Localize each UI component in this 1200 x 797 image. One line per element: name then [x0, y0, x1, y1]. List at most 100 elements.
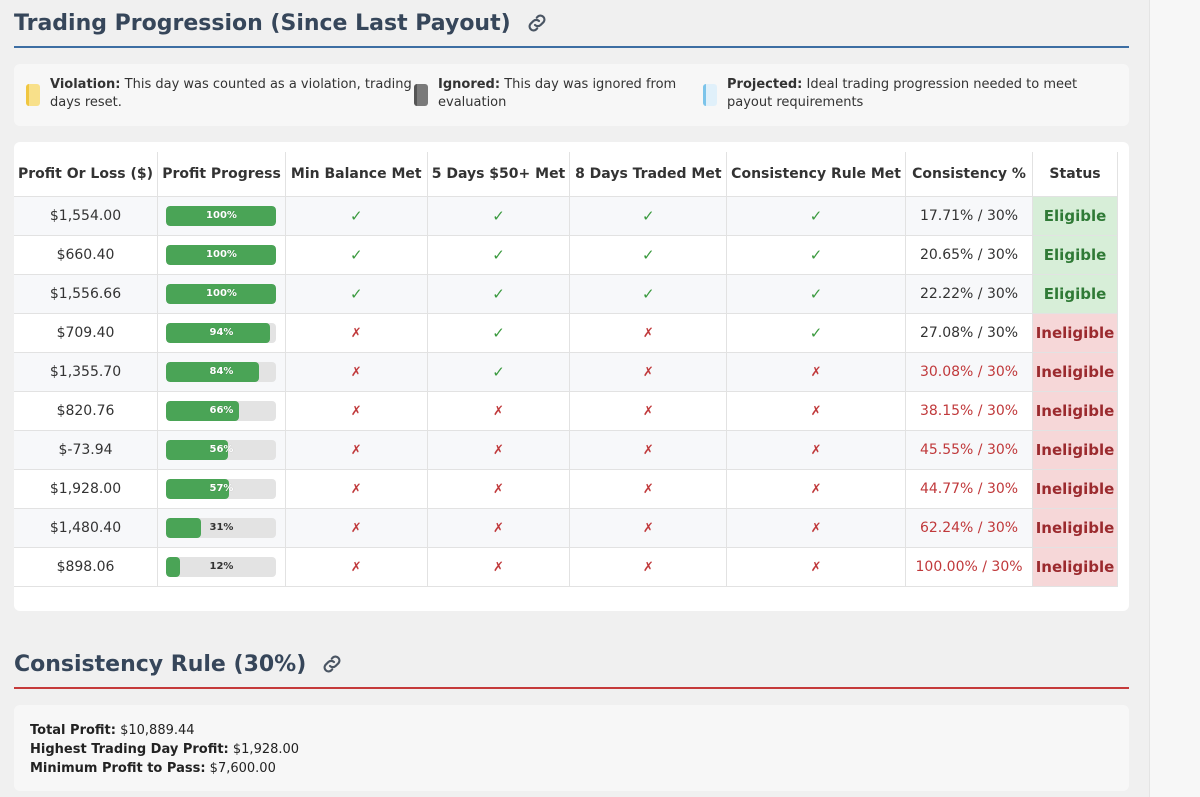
profit-progress-cell: 100% — [157, 195, 286, 236]
cross-icon: ✗ — [493, 481, 504, 497]
profit-progress-cell: 57% — [157, 468, 286, 509]
cross-icon: ✗ — [493, 520, 504, 536]
eight-days-cell: ✓ — [569, 195, 728, 236]
check-icon: ✓ — [642, 245, 655, 264]
progress-label: 66% — [209, 404, 234, 416]
min-balance-cell: ✗ — [284, 429, 428, 470]
progression-header: Trading Progression (Since Last Payout) — [14, 0, 1129, 46]
progress-label: 84% — [209, 365, 234, 377]
progress-bar: 56% — [166, 439, 277, 460]
table-row: $820.76 66% ✗ ✗ ✗ ✗ 38.15% / 30% Ineligible — [14, 390, 1118, 431]
table-row: $-73.94 56% ✗ ✗ ✗ ✗ 45.55% / 30% Ineligible — [14, 429, 1118, 470]
main-content: Trading Progression (Since Last Payout) … — [14, 0, 1129, 791]
profit-progress-cell: 84% — [157, 351, 286, 392]
progress-bar: 12% — [166, 556, 277, 577]
violation-swatch — [26, 84, 40, 106]
table-row: $898.06 12% ✗ ✗ ✗ ✗ 100.00% / 30% Ineligible — [14, 546, 1118, 587]
eight-days-cell: ✓ — [569, 273, 728, 314]
cross-icon: ✗ — [642, 559, 654, 575]
status-badge: Ineligible — [1032, 507, 1118, 548]
status-badge: Eligible — [1032, 234, 1118, 275]
profit-or-loss-cell: $1,480.40 — [14, 507, 159, 548]
check-icon: ✓ — [809, 245, 823, 264]
legend-projected: Projected: Ideal trading progression nee… — [703, 76, 1103, 114]
col-status: Status — [1032, 152, 1118, 197]
total-profit-line: Total Profit: $10,889.44 — [30, 721, 1113, 740]
profit-progress-cell: 12% — [157, 546, 286, 587]
cross-icon: ✗ — [493, 442, 504, 458]
profit-or-loss-cell: $1,355.70 — [14, 351, 159, 392]
progress-label: 100% — [206, 209, 237, 221]
check-icon: ✓ — [809, 323, 823, 342]
cross-icon: ✗ — [350, 481, 362, 497]
min-balance-cell: ✓ — [284, 195, 428, 236]
cross-icon: ✗ — [642, 520, 654, 536]
consistency-pct-cell: 62.24% / 30% — [904, 507, 1034, 548]
progress-bar: 100% — [166, 283, 277, 304]
status-badge: Ineligible — [1032, 312, 1118, 353]
projected-swatch — [703, 84, 717, 106]
progress-bar: 57% — [166, 478, 277, 499]
min-balance-cell: ✗ — [284, 546, 428, 587]
table-header-row: Profit Or Loss ($) Profit Progress Min B… — [14, 152, 1118, 197]
check-icon: ✓ — [492, 206, 505, 225]
consistency-pct-cell: 17.71% / 30% — [904, 195, 1034, 236]
table-row: $1,480.40 31% ✗ ✗ ✗ ✗ 62.24% / 30% Ineligible — [14, 507, 1118, 548]
col-consistency-met: Consistency Rule Met — [726, 152, 906, 197]
profit-progress-cell: 56% — [157, 429, 286, 470]
consistency-met-cell: ✓ — [726, 273, 906, 314]
consistency-title: Consistency Rule (30%) — [14, 651, 307, 677]
minimum-value: $7,600.00 — [209, 761, 276, 776]
col-profit-progress: Profit Progress — [157, 152, 286, 197]
cross-icon: ✗ — [350, 442, 362, 458]
min-balance-cell: ✓ — [284, 273, 428, 314]
check-icon: ✓ — [349, 206, 363, 225]
legend-ignored: Ignored: This day was ignored from evalu… — [414, 76, 703, 114]
cross-icon: ✗ — [350, 559, 362, 575]
consistency-met-cell: ✗ — [726, 390, 906, 431]
cross-icon: ✗ — [493, 559, 504, 575]
consistency-pct-cell: 45.55% / 30% — [904, 429, 1034, 470]
consistency-pct-cell: 30.08% / 30% — [904, 351, 1034, 392]
check-icon: ✓ — [809, 284, 823, 303]
legend-ignored-label: Ignored: — [438, 77, 501, 92]
min-balance-cell: ✗ — [284, 351, 428, 392]
cross-icon: ✗ — [642, 364, 654, 380]
status-badge: Ineligible — [1032, 351, 1118, 392]
consistency-pct-cell: 100.00% / 30% — [904, 546, 1034, 587]
legend-violation: Violation: This day was counted as a vio… — [26, 76, 414, 114]
progress-label: 57% — [209, 482, 234, 494]
table-row: $1,355.70 84% ✗ ✓ ✗ ✗ 30.08% / 30% Ineligible — [14, 351, 1118, 392]
consistency-met-cell: ✓ — [726, 234, 906, 275]
check-icon: ✓ — [492, 323, 505, 342]
progress-label: 56% — [209, 443, 234, 455]
cross-icon: ✗ — [810, 520, 822, 536]
link-icon[interactable] — [320, 652, 344, 676]
highest-day-value: $1,928.00 — [232, 742, 300, 757]
table-row: $1,556.66 100% ✓ ✓ ✓ ✓ 22.22% / 30% Eligible — [14, 273, 1118, 314]
consistency-pct-cell: 27.08% / 30% — [904, 312, 1034, 353]
link-icon[interactable] — [525, 11, 549, 35]
highest-day-line: Highest Trading Day Profit: $1,928.00 — [30, 740, 1113, 759]
cross-icon: ✗ — [810, 364, 822, 380]
legend-violation-label: Violation: — [50, 77, 121, 92]
cross-icon: ✗ — [350, 325, 362, 341]
cross-icon: ✗ — [350, 403, 362, 419]
cross-icon: ✗ — [493, 403, 504, 419]
five-days-cell: ✗ — [426, 546, 571, 587]
check-icon: ✓ — [642, 284, 655, 303]
consistency-summary: Total Profit: $10,889.44 Highest Trading… — [14, 705, 1129, 791]
ignored-swatch — [414, 84, 428, 106]
five-days-cell: ✓ — [426, 195, 571, 236]
progress-label: 100% — [206, 287, 237, 299]
status-badge: Ineligible — [1032, 468, 1118, 509]
progress-label: 94% — [209, 326, 234, 338]
consistency-pct-cell: 44.77% / 30% — [904, 468, 1034, 509]
progress-label: 31% — [209, 521, 234, 533]
minimum-line: Minimum Profit to Pass: $7,600.00 — [30, 759, 1113, 778]
progress-bar: 100% — [166, 205, 277, 226]
total-profit-label: Total Profit: — [30, 723, 116, 738]
consistency-divider — [14, 687, 1129, 689]
profit-progress-cell: 31% — [157, 507, 286, 548]
eight-days-cell: ✗ — [569, 312, 728, 353]
